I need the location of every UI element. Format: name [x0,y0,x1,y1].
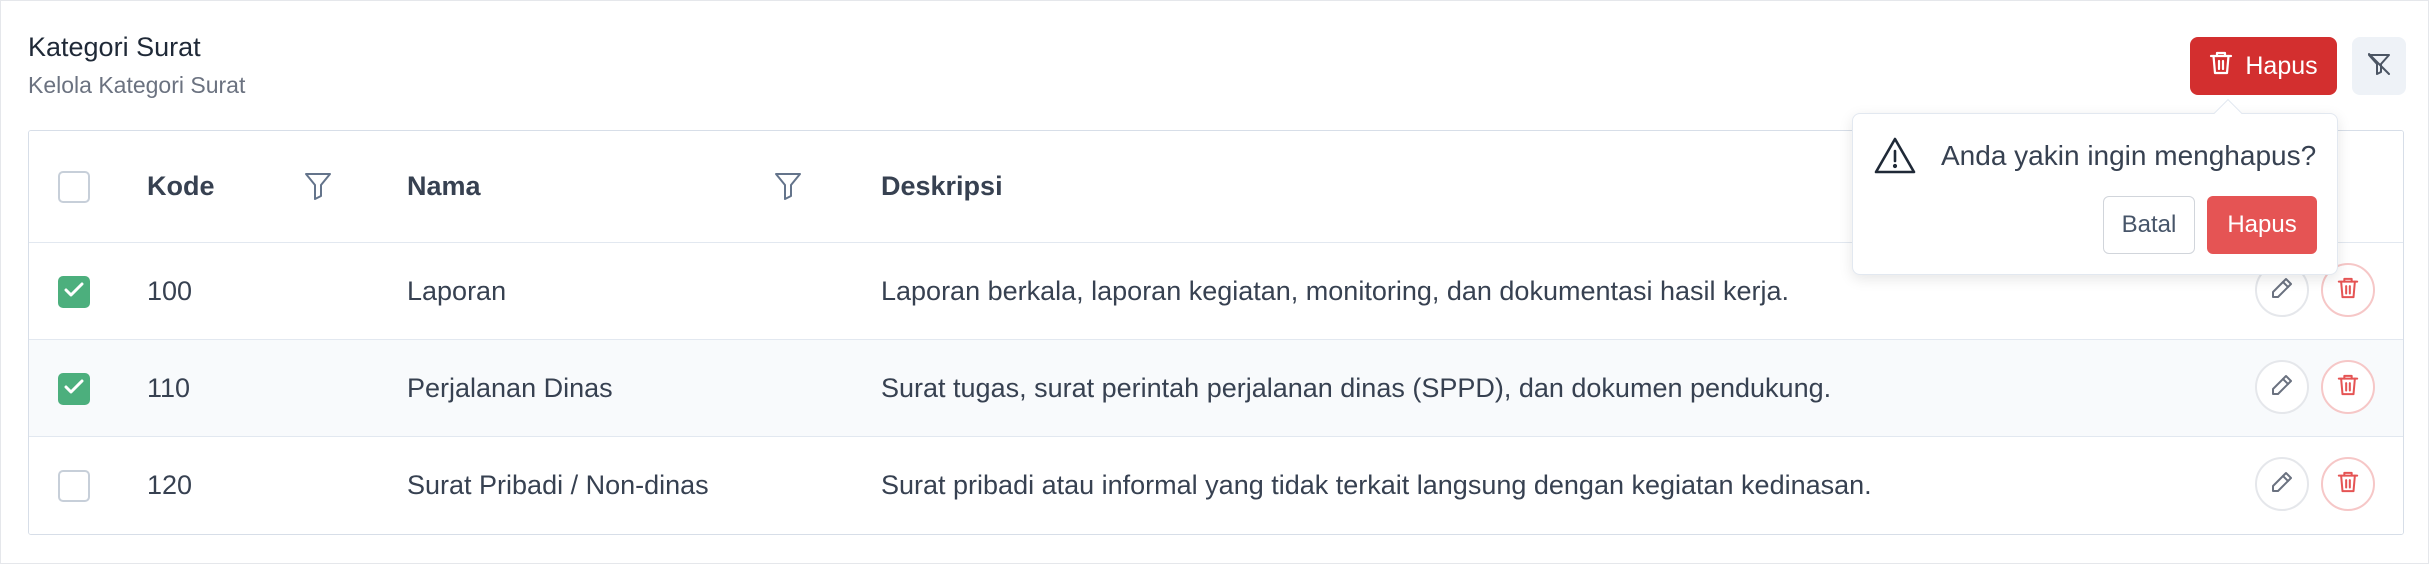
warning-icon [1873,136,1917,181]
pencil-icon [2270,470,2294,499]
row-checkbox[interactable] [58,373,90,405]
row-checkbox[interactable] [58,470,90,502]
select-all-checkbox[interactable] [58,171,90,203]
trash-icon [2337,470,2359,499]
clear-filter-button[interactable] [2352,37,2406,95]
row-kode: 100 [147,275,193,306]
row-nama: Perjalanan Dinas [407,372,613,403]
trash-icon [2337,373,2359,402]
pencil-icon [2270,276,2294,305]
delete-confirm-popover: Anda yakin ingin menghapus? Batal Hapus [1852,113,2338,275]
row-deskripsi: Surat tugas, surat perintah perjalanan d… [881,372,1832,403]
trash-icon [2209,50,2233,83]
pencil-icon [2270,373,2294,402]
row-nama: Laporan [407,275,507,306]
row-checkbox[interactable] [58,276,90,308]
check-icon [64,379,84,400]
row-nama: Surat Pribadi / Non-dinas [407,470,709,500]
trash-icon [2337,276,2359,305]
column-header-kode: Kode [147,171,215,201]
check-icon [64,282,84,303]
delete-selected-label: Hapus [2245,51,2318,80]
page-subtitle: Kelola Kategori Surat [28,72,246,98]
row-kode: 110 [147,372,191,403]
row-kode: 120 [147,470,193,500]
delete-row-button[interactable] [2321,360,2375,414]
edit-button[interactable] [2255,457,2309,511]
confirm-delete-button[interactable]: Hapus [2207,196,2317,254]
delete-row-button[interactable] [2321,457,2375,511]
column-header-nama: Nama [407,171,481,201]
row-deskripsi: Surat pribadi atau informal yang tidak t… [881,470,1872,500]
table-row: 110 Perjalanan Dinas Surat tugas, surat … [29,340,2403,437]
table-row: 120 Surat Pribadi / Non-dinas Surat prib… [29,437,2403,534]
page-title: Kategori Surat [28,32,201,62]
delete-selected-button[interactable]: Hapus [2190,37,2337,95]
row-deskripsi: Laporan berkala, laporan kegiatan, monit… [881,275,1790,306]
filter-icon[interactable] [774,171,802,206]
confirm-message: Anda yakin ingin menghapus? [1941,140,2317,171]
filter-icon[interactable] [304,171,332,206]
column-header-deskripsi: Deskripsi [881,171,1003,201]
filter-clear-icon [2366,51,2392,82]
cancel-button[interactable]: Batal [2103,196,2195,254]
edit-button[interactable] [2255,360,2309,414]
